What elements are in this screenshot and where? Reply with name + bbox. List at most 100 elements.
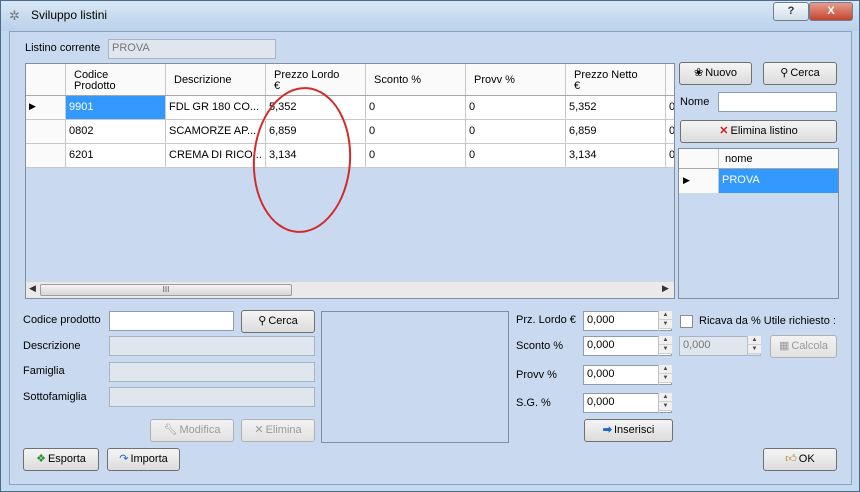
delete-x-icon: ✕: [719, 125, 729, 137]
spin-up-icon: ▲: [748, 336, 761, 345]
column-header-codice[interactable]: Codice Prodotto: [66, 64, 166, 95]
cell-descrizione[interactable]: CREMA DI RICO...: [166, 144, 266, 167]
calcola-label: Calcola: [791, 340, 829, 352]
sconto-label: Sconto %: [516, 340, 564, 352]
row-selector[interactable]: [26, 120, 66, 143]
ricava-checkbox[interactable]: [680, 315, 693, 328]
sconto-spinner[interactable]: ▲ ▼: [658, 336, 672, 356]
elimina-listino-label: Elimina listino: [730, 125, 798, 137]
column-header-nome[interactable]: nome: [719, 149, 759, 168]
calculator-icon: ▦: [778, 340, 790, 352]
spin-down-icon[interactable]: ▼: [659, 345, 672, 354]
cell-extra[interactable]: 0: [666, 144, 674, 167]
table-row[interactable]: 0802 SCAMORZE AP... 6,859 0 0 6,859 0: [26, 120, 674, 144]
spin-down-icon: ▼: [748, 345, 761, 354]
row-selector[interactable]: [26, 144, 66, 167]
prz-lordo-label: Prz. Lordo €: [516, 314, 576, 326]
descrizione-field: [109, 336, 315, 356]
spin-down-icon[interactable]: ▼: [659, 374, 672, 383]
cerca-listino-button[interactable]: ⚲ Cerca: [763, 62, 837, 85]
esporta-button[interactable]: ❖ Esporta: [23, 448, 99, 471]
import-icon: ↷: [119, 453, 129, 465]
cell-provv[interactable]: 0: [466, 96, 566, 119]
sottofamiglia-label: Sottofamiglia: [23, 391, 87, 403]
scroll-left-icon[interactable]: ◀: [29, 283, 36, 294]
cell-prezzo-netto[interactable]: 3,134: [566, 144, 666, 167]
spin-down-icon[interactable]: ▼: [659, 320, 672, 329]
listino-corrente-label: Listino corrente: [25, 42, 101, 54]
cell-extra[interactable]: 0: [666, 96, 674, 119]
thumbs-up-icon: 👍︎: [785, 453, 797, 465]
cell-codice[interactable]: 6201: [66, 144, 166, 167]
list-item-label[interactable]: PROVA: [719, 169, 838, 193]
row-selector-icon: ▶: [679, 169, 719, 193]
search-icon: ⚲: [780, 67, 789, 79]
cell-extra[interactable]: 0: [666, 120, 674, 143]
calcola-button[interactable]: ▦ Calcola: [770, 335, 837, 358]
cerca-prodotto-label: Cerca: [268, 315, 298, 327]
inserisci-label: Inserisci: [613, 424, 655, 436]
horizontal-scrollbar[interactable]: ◀ III ▶: [26, 281, 674, 298]
help-button[interactable]: ?: [773, 2, 809, 21]
cell-prezzo-netto[interactable]: 5,352: [566, 96, 666, 119]
nome-label: Nome: [680, 96, 710, 108]
table-row[interactable]: ▶ 9901 FDL GR 180 CO... 5,352 0 0 5,352 …: [26, 96, 674, 120]
cell-codice[interactable]: 0802: [66, 120, 166, 143]
sg-spinner[interactable]: ▲ ▼: [658, 393, 672, 413]
nome-input[interactable]: [718, 92, 837, 112]
importa-label: Importa: [130, 453, 168, 465]
column-header-extra[interactable]: [666, 64, 674, 95]
column-header-provv[interactable]: Provv %: [466, 64, 566, 95]
window: ✲ Sviluppo listini ? X Listino corrente …: [0, 0, 860, 492]
listini-header: nome: [679, 149, 838, 169]
client-area: Listino corrente PROVA Codice Prodotto D…: [9, 31, 852, 485]
prz-lordo-spinner[interactable]: ▲ ▼: [658, 311, 672, 331]
spin-up-icon[interactable]: ▲: [659, 365, 672, 374]
cell-provv[interactable]: 0: [466, 120, 566, 143]
delete-x-icon: ✕: [254, 424, 264, 436]
provv-spinner[interactable]: ▲ ▼: [658, 365, 672, 385]
sg-label: S.G. %: [516, 397, 551, 409]
esporta-label: Esporta: [47, 453, 86, 465]
header-corner: [26, 64, 66, 95]
spin-up-icon[interactable]: ▲: [659, 311, 672, 320]
spin-up-icon[interactable]: ▲: [659, 393, 672, 402]
cerca-prodotto-button[interactable]: ⚲ Cerca: [241, 310, 315, 333]
spin-up-icon[interactable]: ▲: [659, 336, 672, 345]
famiglia-label: Famiglia: [23, 365, 65, 377]
elimina-listino-button[interactable]: ✕ Elimina listino: [680, 120, 837, 143]
search-icon: ⚲: [258, 315, 267, 327]
famiglia-field: [109, 362, 315, 382]
cell-provv[interactable]: 0: [466, 144, 566, 167]
scroll-right-icon[interactable]: ▶: [662, 283, 669, 294]
products-grid[interactable]: Codice Prodotto Descrizione Prezzo Lordo…: [25, 63, 675, 299]
modifica-button[interactable]: 🔧︎ Modifica: [150, 419, 234, 442]
elimina-button[interactable]: ✕ Elimina: [241, 419, 315, 442]
cell-sconto[interactable]: 0: [366, 96, 466, 119]
close-button[interactable]: X: [809, 2, 853, 21]
nuovo-button[interactable]: ❀ Nuovo: [679, 62, 752, 85]
cell-descrizione[interactable]: FDL GR 180 CO...: [166, 96, 266, 119]
cell-prezzo-netto[interactable]: 6,859: [566, 120, 666, 143]
ok-button[interactable]: 👍︎ OK: [763, 448, 837, 471]
arrow-right-icon: ➡: [602, 424, 612, 436]
codice-prodotto-input[interactable]: [109, 311, 234, 331]
listini-header-corner: [679, 149, 719, 168]
column-header-prezzo-netto[interactable]: Prezzo Netto €: [566, 64, 666, 95]
list-item[interactable]: ▶ PROVA: [679, 169, 838, 193]
inserisci-button[interactable]: ➡ Inserisci: [584, 419, 673, 442]
column-header-sconto[interactable]: Sconto %: [366, 64, 466, 95]
importa-button[interactable]: ↷ Importa: [107, 448, 180, 471]
column-header-descrizione[interactable]: Descrizione: [166, 64, 266, 95]
spin-down-icon[interactable]: ▼: [659, 402, 672, 411]
scroll-thumb[interactable]: III: [40, 284, 292, 296]
cell-codice[interactable]: 9901: [66, 96, 166, 119]
listini-grid[interactable]: nome ▶ PROVA: [678, 148, 839, 299]
cerca-label: Cerca: [790, 67, 820, 79]
cell-sconto[interactable]: 0: [366, 144, 466, 167]
modifica-label: Modifica: [179, 424, 221, 436]
cell-sconto[interactable]: 0: [366, 120, 466, 143]
nuovo-label: Nuovo: [705, 67, 737, 79]
cell-descrizione[interactable]: SCAMORZE AP...: [166, 120, 266, 143]
row-selector-icon: ▶: [26, 96, 66, 119]
